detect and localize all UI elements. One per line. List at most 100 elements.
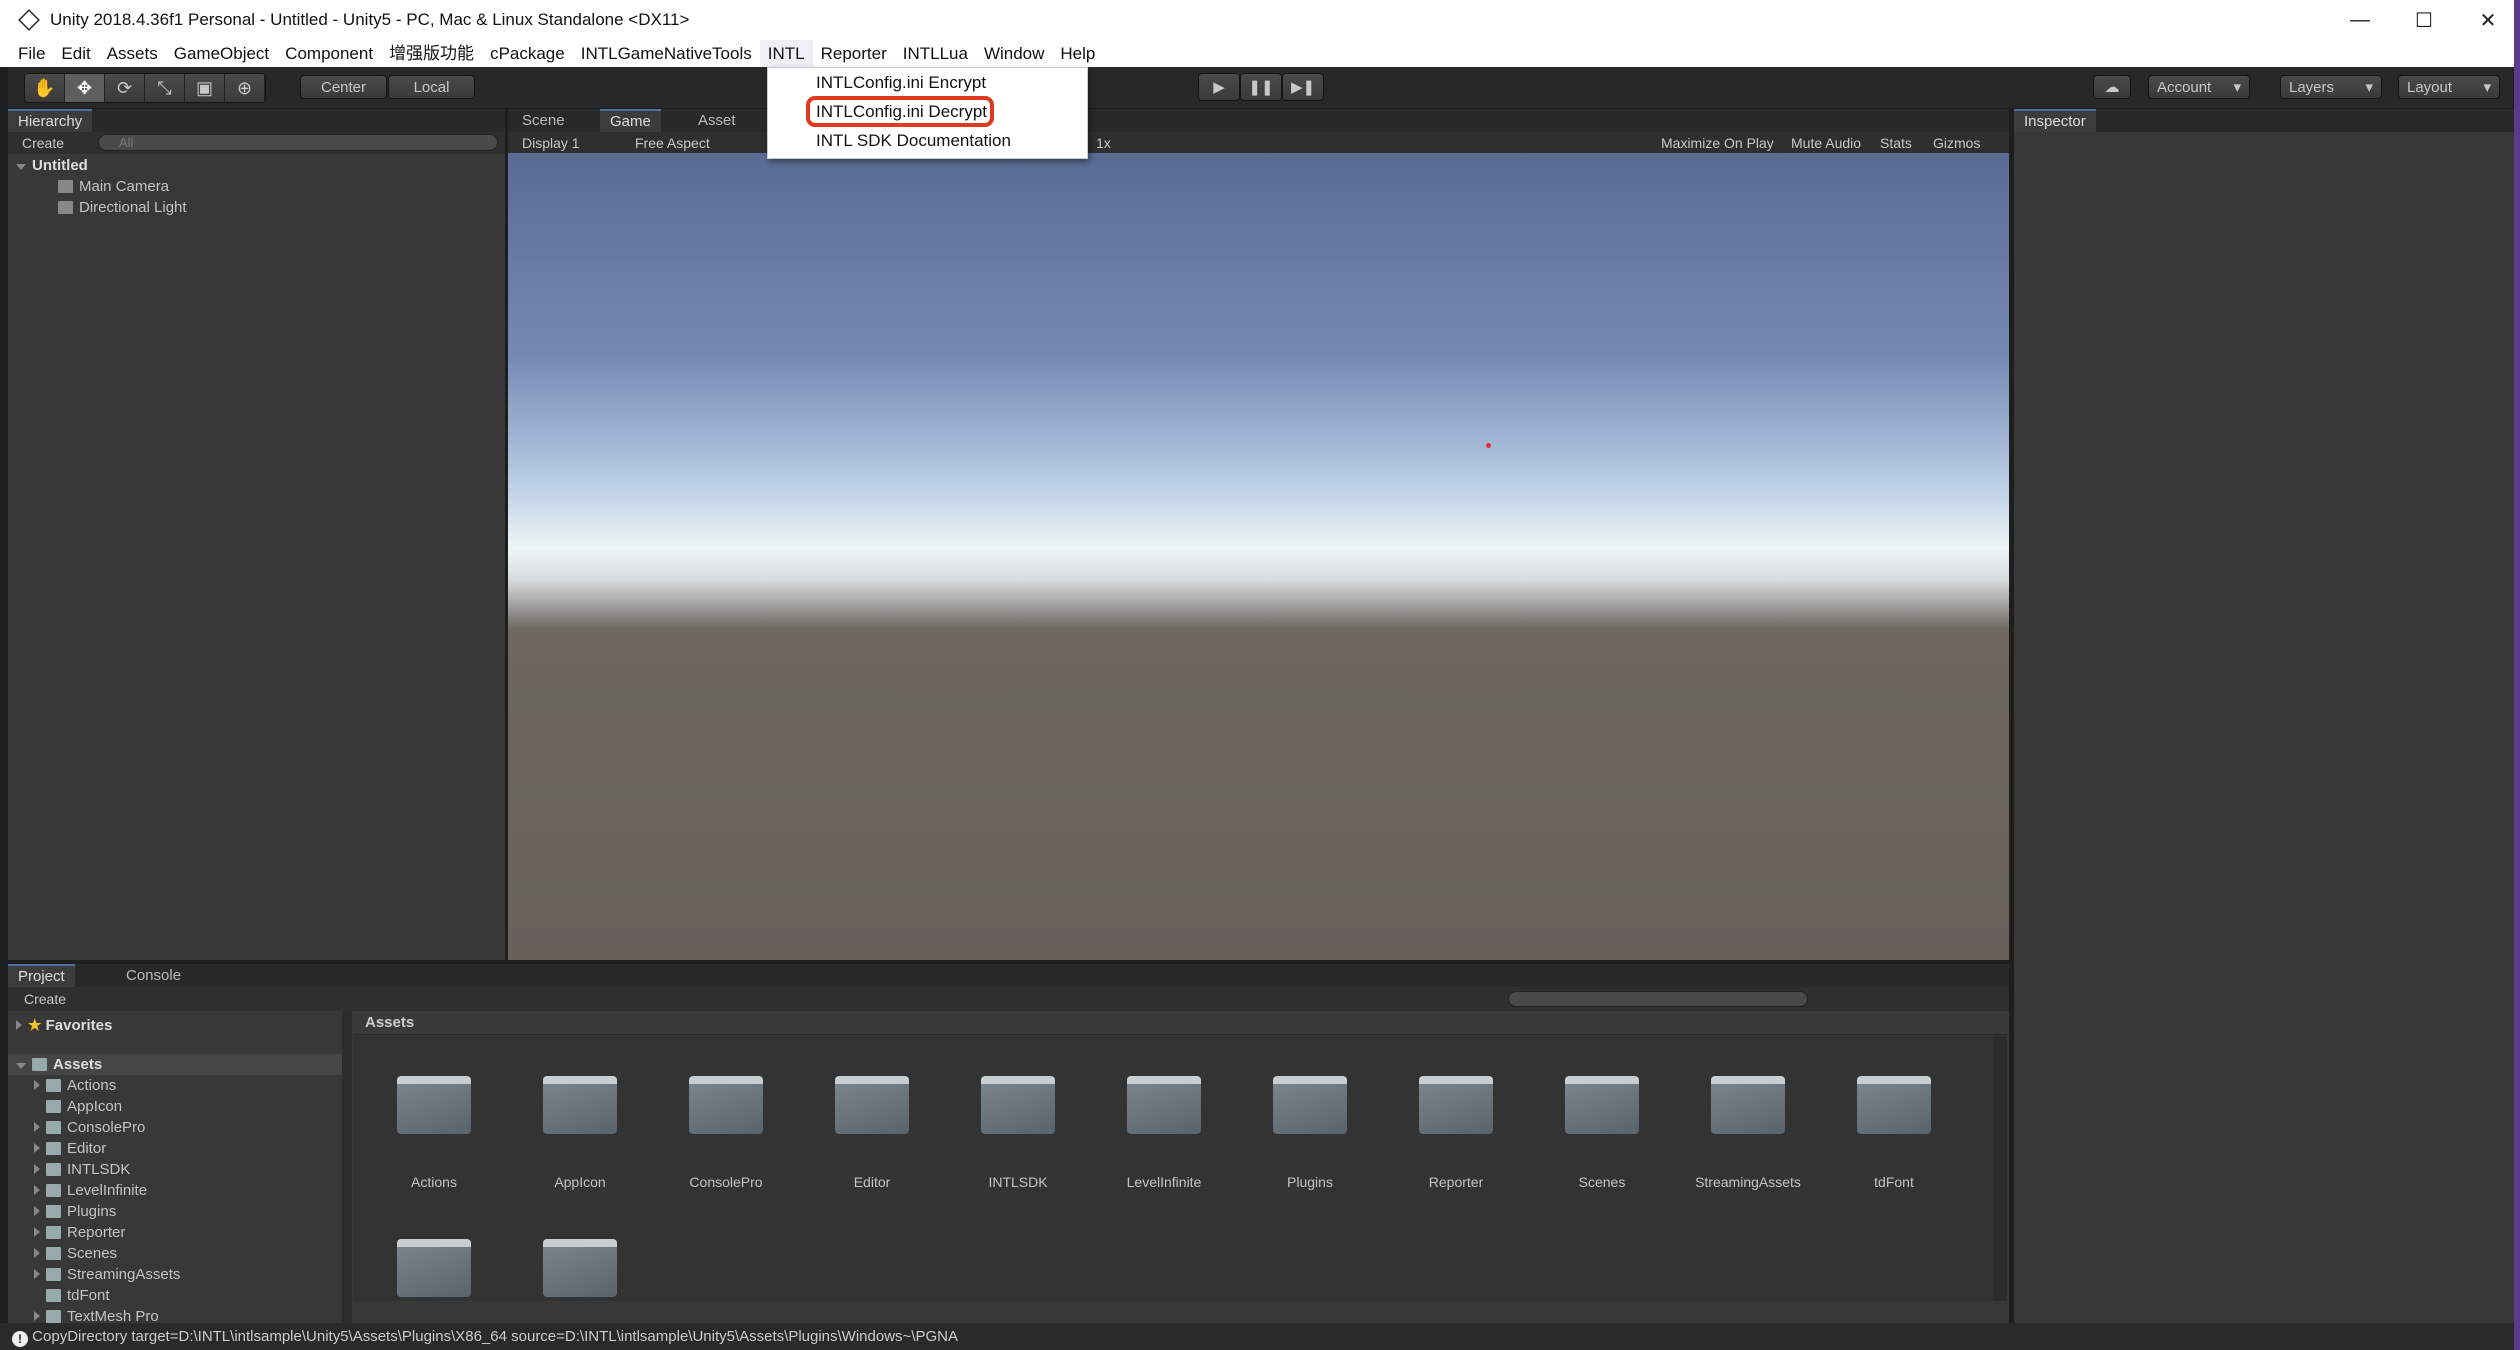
pause-button[interactable]: ❚❚ [1240,73,1282,101]
aspect-dropdown[interactable]: Free Aspect [635,135,710,151]
project-tree-item[interactable]: ConsolePro [8,1117,348,1138]
asset-folder[interactable]: ConsolePro [653,1076,799,1190]
asset-folder[interactable] [507,1239,653,1301]
menu-intllua[interactable]: INTLLua [895,40,976,67]
hierarchy-search-input[interactable] [98,134,498,151]
menu-window[interactable]: Window [976,40,1052,67]
pivot-local-button[interactable]: Local [388,75,475,99]
folder-icon [46,1184,61,1197]
asset-folder[interactable]: Actions [361,1076,507,1190]
hierarchy-item[interactable]: Directional Light [16,197,496,218]
tab-project[interactable]: Project [8,964,75,987]
menu-item-sdk-docs[interactable]: INTL SDK Documentation [816,131,1011,151]
close-button[interactable]: ✕ [2456,0,2520,40]
expand-arrow-icon[interactable] [34,1206,40,1216]
project-tree-item[interactable]: TextMesh Pro [8,1306,348,1323]
menu-component[interactable]: Component [277,40,381,67]
account-dropdown[interactable]: Account ▾ [2148,75,2250,99]
expand-arrow-icon[interactable] [34,1227,40,1237]
project-create-button[interactable]: Create [24,991,66,1007]
tab-game[interactable]: Game [600,109,661,132]
stats-toggle[interactable]: Stats [1880,135,1912,151]
menu-item-encrypt[interactable]: INTLConfig.ini Encrypt [816,73,986,93]
asset-folder[interactable]: Plugins [1237,1076,1383,1190]
layout-dropdown[interactable]: Layout ▾ [2398,75,2500,99]
menu-reporter[interactable]: Reporter [813,40,895,67]
project-tree-item[interactable]: INTLSDK [8,1159,348,1180]
asset-folder[interactable]: Editor [799,1076,945,1190]
project-tree-item[interactable]: Scenes [8,1243,348,1264]
display-dropdown[interactable]: Display 1 [522,135,580,151]
hierarchy-tree: Untitled Main Camera Directional Light [16,155,496,218]
grid-scrollbar[interactable] [1993,1036,2007,1301]
maximize-on-play-toggle[interactable]: Maximize On Play [1661,135,1774,151]
tab-inspector[interactable]: Inspector [2014,109,2096,132]
asset-folder[interactable]: StreamingAssets [1675,1076,1821,1190]
menu-enhanced[interactable]: 增强版功能 [381,40,482,67]
transform-tool-icon[interactable]: ⊕ [225,74,265,102]
expand-arrow-icon[interactable] [34,1164,40,1174]
step-button[interactable]: ▶❚ [1282,73,1324,101]
menu-cpackage[interactable]: cPackage [482,40,573,67]
expand-arrow-icon[interactable] [34,1143,40,1153]
rotate-tool-icon[interactable]: ⟳ [105,74,145,102]
menu-assets[interactable]: Assets [99,40,166,67]
asset-folder[interactable]: Reporter [1383,1076,1529,1190]
breadcrumb-assets[interactable]: Assets [365,1014,414,1031]
project-tree-item[interactable]: StreamingAssets [8,1264,348,1285]
project-tree-item[interactable]: Editor [8,1138,348,1159]
scale-tool-icon[interactable]: ⤡ [145,74,185,102]
hierarchy-item[interactable]: Main Camera [16,176,496,197]
tab-console[interactable]: Console [116,964,191,987]
tab-asset[interactable]: Asset [688,109,746,132]
mute-audio-toggle[interactable]: Mute Audio [1791,135,1861,151]
menu-gameobject[interactable]: GameObject [166,40,277,67]
gizmos-dropdown[interactable]: Gizmos [1933,135,1980,151]
tab-hierarchy[interactable]: Hierarchy [8,109,93,132]
tree-scrollbar[interactable] [342,1011,352,1323]
asset-folder[interactable] [361,1239,507,1301]
folder-icon [397,1076,471,1134]
expand-arrow-icon[interactable] [34,1080,40,1090]
game-view[interactable] [508,153,2009,960]
menu-help[interactable]: Help [1052,40,1103,67]
expand-arrow-icon[interactable] [34,1248,40,1258]
cloud-button[interactable]: ☁ [2093,75,2131,99]
menu-intlgamenativetools[interactable]: INTLGameNativeTools [573,40,760,67]
expand-arrow-icon[interactable] [34,1122,40,1132]
scale-value[interactable]: 1x [1096,135,1111,151]
move-tool-icon[interactable]: ✥ [65,74,105,102]
tab-scene[interactable]: Scene [512,109,575,132]
project-tree-item[interactable]: LevelInfinite [8,1180,348,1201]
project-tree-item[interactable]: tdFont [8,1285,348,1306]
play-button[interactable]: ▶ [1198,73,1240,101]
expand-arrow-icon[interactable] [34,1185,40,1195]
asset-folder[interactable]: AppIcon [507,1076,653,1190]
asset-folder[interactable]: tdFont [1821,1076,1967,1190]
item-label: Main Camera [79,178,170,195]
project-tree-item[interactable]: AppIcon [8,1096,348,1117]
favorites-item[interactable]: ★ Favorites [8,1015,348,1036]
asset-folder[interactable]: Scenes [1529,1076,1675,1190]
maximize-button[interactable]: ☐ [2392,0,2456,40]
asset-folder[interactable]: LevelInfinite [1091,1076,1237,1190]
expand-arrow-icon[interactable] [34,1311,40,1321]
menu-edit[interactable]: Edit [53,40,98,67]
assets-root-item[interactable]: Assets [8,1054,348,1075]
layers-dropdown[interactable]: Layers ▾ [2280,75,2382,99]
hand-tool-icon[interactable]: ✋ [25,74,65,102]
project-tree-item[interactable]: Actions [8,1075,348,1096]
hierarchy-create-button[interactable]: Create [22,135,64,151]
rect-tool-icon[interactable]: ▣ [185,74,225,102]
expand-arrow-icon[interactable] [34,1269,40,1279]
minimize-button[interactable]: — [2328,0,2392,40]
menu-file[interactable]: File [10,40,53,67]
project-tree-item[interactable]: Reporter [8,1222,348,1243]
project-search-input[interactable] [1508,991,1808,1007]
pivot-center-button[interactable]: Center [300,75,387,99]
asset-folder[interactable]: INTLSDK [945,1076,1091,1190]
menu-intl[interactable]: INTL [759,40,813,67]
project-tree-item[interactable]: Plugins [8,1201,348,1222]
status-bar[interactable]: ! CopyDirectory target=D:\INTL\intlsampl… [0,1323,2514,1350]
scene-item[interactable]: Untitled [16,155,496,176]
